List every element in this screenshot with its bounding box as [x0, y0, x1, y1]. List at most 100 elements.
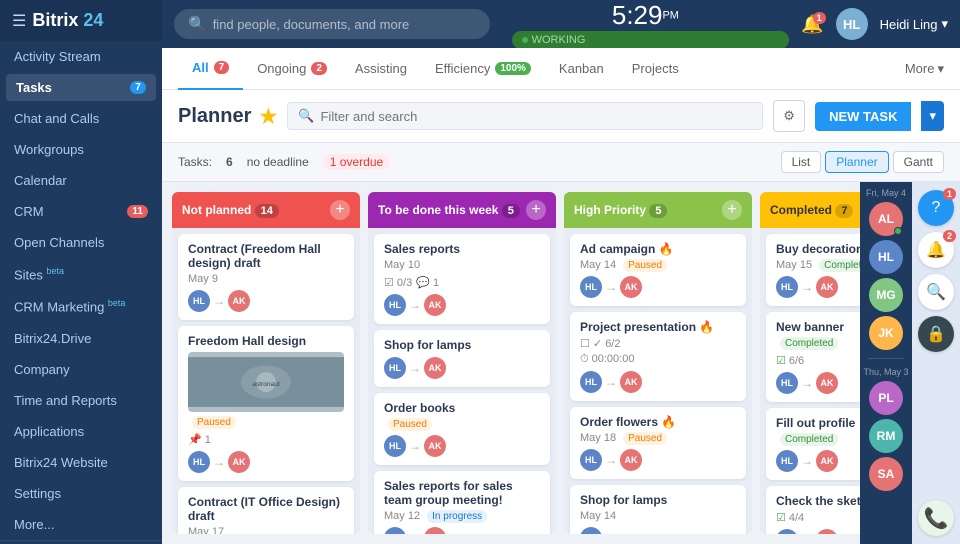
card-sales-reports[interactable]: Sales reports May 10 ☑ 0/3 💬 1 HL → AK	[374, 234, 550, 324]
logo: Bitrix 24	[32, 10, 103, 31]
activity-avatar[interactable]: SA	[869, 457, 903, 491]
tab-all-badge: 7	[214, 61, 230, 74]
activity-avatar[interactable]: MG	[869, 278, 903, 312]
new-task-button[interactable]: NEW TASK	[815, 102, 911, 131]
card-new-banner[interactable]: New banner Completed ☑ 6/6 HL → AK	[766, 312, 860, 402]
search-icon: 🔍	[926, 282, 946, 302]
card-check-sketch[interactable]: Check the sketch 🔥 ☑ 4/4 HL → AK	[766, 486, 860, 534]
sidebar-item-activity[interactable]: Activity Stream	[0, 41, 162, 72]
activity-avatar[interactable]: AL	[869, 202, 903, 236]
activity-avatar[interactable]: PL	[869, 381, 903, 415]
phone-call-button[interactable]: 📞	[918, 500, 954, 536]
filter-bar[interactable]: 🔍	[287, 102, 763, 130]
avatar: AK	[424, 435, 446, 457]
tab-all[interactable]: All 7	[178, 48, 243, 90]
search-input[interactable]	[213, 17, 476, 32]
panel-divider	[868, 358, 904, 359]
col-header-completed: Completed 7 +	[760, 192, 860, 228]
gear-icon: ⚙	[783, 108, 795, 124]
tasks-badge: 7	[130, 81, 146, 94]
sidebar-item-applications[interactable]: Applications	[0, 416, 162, 447]
card-ad-campaign[interactable]: Ad campaign 🔥 May 14 Paused HL → AK	[570, 234, 746, 306]
card-contract-freedom[interactable]: Contract (Freedom Hall design) draft May…	[178, 234, 354, 320]
sidebar-item-website[interactable]: Bitrix24 Website	[0, 447, 162, 478]
planner-view-button[interactable]: Planner	[825, 151, 888, 173]
search-bar[interactable]: 🔍	[174, 9, 490, 39]
star-icon[interactable]: ★	[259, 104, 277, 129]
sidebar-item-sites[interactable]: Sites beta	[0, 258, 162, 290]
settings-button[interactable]: ⚙	[773, 100, 805, 132]
gantt-view-button[interactable]: Gantt	[893, 151, 944, 173]
notifications-button[interactable]: 🔔 2	[918, 232, 954, 268]
sidebar-item-settings[interactable]: Settings	[0, 478, 162, 509]
card-shop-lamps-hp[interactable]: Shop for lamps May 14 HL	[570, 485, 746, 534]
sidebar-item-crm-marketing[interactable]: CRM Marketing beta	[0, 290, 162, 322]
activity-avatar[interactable]: HL	[869, 240, 903, 274]
tab-efficiency-badge: 100%	[495, 62, 531, 75]
avatar: HL	[580, 371, 602, 393]
notification-button[interactable]: 🔔 1	[801, 14, 823, 35]
working-status[interactable]: WORKING	[512, 31, 790, 49]
avatar: HL	[776, 450, 798, 472]
activity-avatar[interactable]: RM	[869, 419, 903, 453]
sidebar-item-more[interactable]: More...	[0, 509, 162, 540]
card-order-books[interactable]: Order books Paused HL → AK	[374, 393, 550, 465]
right-panel: 🔍 5:29PM WORKING 🔔 1 HL Heidi Ling ▾ All	[162, 0, 960, 544]
avatar: AK	[620, 276, 642, 298]
card-shop-for-lamps-week[interactable]: Shop for lamps HL → AK	[374, 330, 550, 387]
new-task-dropdown-button[interactable]: ▾	[921, 101, 944, 131]
help-button[interactable]: ? 1	[918, 190, 954, 226]
sidebar-item-crm[interactable]: CRM 11	[0, 196, 162, 227]
add-card-not-planned[interactable]: +	[330, 200, 350, 220]
sidebar-item-workgroups[interactable]: Workgroups	[0, 134, 162, 165]
chevron-down-icon: ▾	[941, 16, 948, 32]
add-card-high-priority[interactable]: +	[722, 200, 742, 220]
overdue-indicator: 1 overdue	[323, 154, 390, 170]
avatar: AK	[816, 372, 838, 394]
tab-projects[interactable]: Projects	[618, 48, 693, 90]
sidebar-item-calendar[interactable]: Calendar	[0, 165, 162, 196]
card-fill-out-profile[interactable]: Fill out profile Completed HL → AK	[766, 408, 860, 480]
sidebar: ☰ Bitrix 24 Activity Stream Tasks 7 Chat…	[0, 0, 162, 544]
col-cards-completed: Buy decoration elements May 15 Completed…	[760, 228, 860, 534]
search-button[interactable]: 🔍	[918, 274, 954, 310]
activity-panel: Fri, May 4 AL HL MG JK Thu, May 3 PL RM …	[860, 182, 912, 544]
card-freedom-hall-design[interactable]: Freedom Hall design astronaut Paused	[178, 326, 354, 481]
list-view-button[interactable]: List	[781, 151, 822, 173]
sidebar-item-chat[interactable]: Chat and Calls	[0, 103, 162, 134]
activity-avatar[interactable]: JK	[869, 316, 903, 350]
ampm-label: PM	[662, 9, 679, 21]
card-buy-decoration[interactable]: Buy decoration elements May 15 Completed…	[766, 234, 860, 306]
user-name[interactable]: Heidi Ling ▾	[880, 16, 948, 32]
notif-badge: 1	[813, 12, 826, 24]
sidebar-item-tasks[interactable]: Tasks 7	[6, 74, 156, 101]
tab-efficiency[interactable]: Efficiency 100%	[421, 48, 545, 90]
add-card-this-week[interactable]: +	[526, 200, 546, 220]
avatar: HL	[580, 276, 602, 298]
tab-kanban[interactable]: Kanban	[545, 48, 618, 90]
avatar: HL	[384, 435, 406, 457]
lock-button[interactable]: 🔒	[918, 316, 954, 352]
tabs-more-button[interactable]: More ▾	[905, 61, 944, 77]
sidebar-item-drive[interactable]: Bitrix24.Drive	[0, 323, 162, 354]
avatar: AK	[816, 276, 838, 298]
card-order-flowers[interactable]: Order flowers 🔥 May 18 Paused HL → AK	[570, 407, 746, 479]
filter-search-icon: 🔍	[298, 108, 314, 124]
avatar: HL	[776, 529, 798, 534]
avatar: AK	[424, 294, 446, 316]
card-sales-reports-group[interactable]: Sales reports for sales team group meeti…	[374, 471, 550, 534]
svg-text:astronaut: astronaut	[252, 381, 280, 388]
kanban-board: Not planned 14 + Contract (Freedom Hall …	[162, 182, 860, 544]
tab-ongoing[interactable]: Ongoing 2	[243, 48, 341, 90]
sidebar-item-company[interactable]: Company	[0, 354, 162, 385]
sidebar-item-reports[interactable]: Time and Reports	[0, 385, 162, 416]
sidebar-item-open-channels[interactable]: Open Channels	[0, 227, 162, 258]
topbar-right-icons: 🔔 1 HL Heidi Ling ▾	[801, 8, 948, 40]
tab-assisting[interactable]: Assisting	[341, 48, 421, 90]
card-project-presentation[interactable]: Project presentation 🔥 ☐ ✓ 6/2 ⏱ 00:00:0…	[570, 312, 746, 401]
menu-icon[interactable]: ☰	[12, 11, 26, 31]
card-contract-it[interactable]: Contract (IT Office Design) draft May 17…	[178, 487, 354, 534]
avatar: AK	[620, 449, 642, 471]
filter-input[interactable]	[320, 109, 752, 124]
clock-display: 5:29	[612, 0, 663, 30]
